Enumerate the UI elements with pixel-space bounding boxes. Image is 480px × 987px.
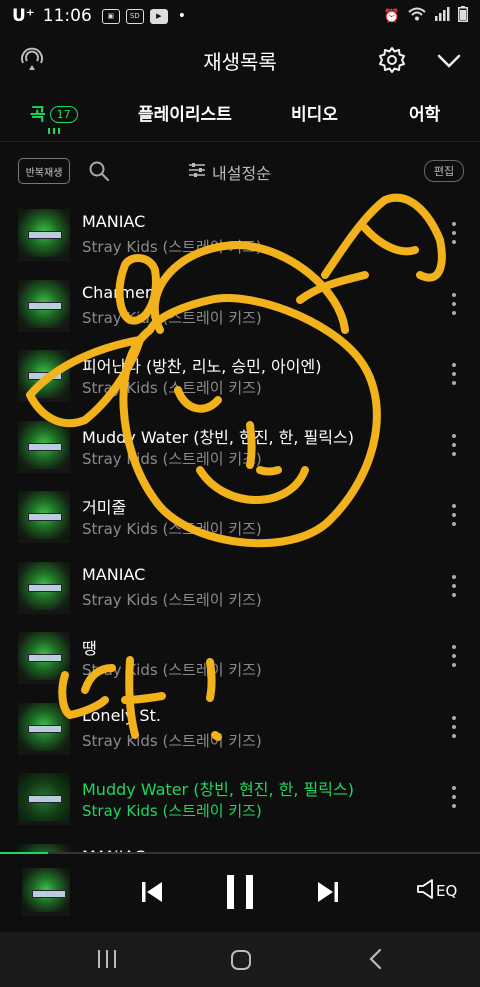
album-art [18,209,70,261]
search-icon[interactable] [88,160,110,182]
song-title: Muddy Water (창빈, 현진, 한, 필릭스) [82,780,354,799]
song-title: 거미줄 [82,498,127,517]
more-options-icon[interactable] [448,504,460,526]
song-list: MANIAC Stray Kids (스트레이 키즈) Charmer Stra… [0,200,480,863]
song-artist: Stray Kids (스트레이 키즈) [82,661,262,679]
album-art [18,702,70,755]
page-title: 재생목록 [203,50,277,74]
song-artist: Stray Kids (스트레이 키즈) [82,308,262,327]
sdcard-icon: SD [125,8,144,24]
gear-icon[interactable] [378,46,406,74]
album-art [18,350,70,402]
song-row[interactable]: 땡 Stray Kids (스트레이 키즈) [0,623,480,694]
previous-track-icon[interactable] [140,880,164,904]
eq-label: EQ [436,882,458,900]
sort-button[interactable]: 내설정순 [188,160,271,184]
wifi-icon [408,7,426,25]
top-header: 재생목록 [0,36,480,84]
more-options-icon[interactable] [448,786,460,808]
repeat-button[interactable]: 반복재생 [18,158,70,184]
gallery-icon: ▣ [101,8,120,24]
chevron-down-icon[interactable] [436,48,462,74]
song-artist: Stray Kids (스트레이 키즈) [82,590,262,609]
equalizer-button[interactable]: EQ [416,878,462,904]
song-title: Lonely St. [82,705,161,725]
recent-apps-icon[interactable] [96,950,118,968]
song-artist: Stray Kids (스트레이 키즈) [82,379,262,397]
song-row[interactable]: MANIAC Stray Kids (스트레이 키즈) [0,200,480,271]
tab-language[interactable]: 어학 [409,100,440,125]
song-row[interactable]: Lonely St. Stray Kids (스트레이 키즈) [0,694,480,765]
song-title: 피어난다 (방찬, 리노, 승민, 아이엔) [82,357,322,376]
home-icon[interactable] [230,949,252,971]
song-artist: Stray Kids (스트레이 키즈) [82,731,262,750]
song-count-badge: 17 [49,106,78,123]
notification-dot: • [177,8,187,24]
carrier-label: U⁺ [12,6,35,26]
album-art [18,420,70,473]
next-track-icon[interactable] [316,880,340,904]
now-playing-album-art[interactable] [22,868,70,916]
song-artist: Stray Kids (스트레이 키즈) [82,238,262,256]
song-row[interactable]: 거미줄 Stray Kids (스트레이 키즈) [0,482,480,553]
battery-icon [458,6,468,26]
back-icon[interactable] [366,948,386,970]
song-row[interactable]: 피어난다 (방찬, 리노, 승민, 아이엔) Stray Kids (스트레이 … [0,341,480,412]
pause-icon[interactable] [225,874,255,910]
status-bar: U⁺ 11:06 ▣ SD ▶ • ⏰ [0,0,480,32]
sort-label: 내설정순 [212,164,271,183]
song-artist: Stray Kids (스트레이 키즈) [82,449,262,468]
system-nav-bar [0,932,480,987]
tab-videos[interactable]: 비디오 [291,100,338,125]
tab-songs-label: 곡 [30,105,46,125]
mini-player: EQ [0,854,480,932]
more-options-icon[interactable] [448,715,460,738]
youtube-icon: ▶ [149,8,168,24]
tab-songs[interactable]: 곡 17 [30,100,78,125]
status-time: 11:06 [42,6,92,26]
alarm-icon: ⏰ [383,8,400,24]
more-options-icon[interactable] [448,222,460,244]
tab-bar: 곡 17 플레이리스트 비디오 어학 [0,92,480,142]
album-art [18,279,70,332]
song-row[interactable]: Muddy Water (창빈, 현진, 한, 필릭스) Stray Kids … [0,412,480,483]
more-options-icon[interactable] [448,363,460,385]
song-title: MANIAC [82,564,146,584]
more-options-icon[interactable] [448,433,460,456]
speaker-icon [416,878,434,904]
song-artist: Stray Kids (스트레이 키즈) [82,520,262,538]
list-toolbar: 반복재생 내설정순 편집 [0,152,480,192]
active-tab-indicator [48,128,62,134]
more-options-icon[interactable] [448,645,460,667]
album-art [18,561,70,614]
edit-button[interactable]: 편집 [424,160,464,182]
more-options-icon[interactable] [448,292,460,315]
song-title: MANIAC [82,212,146,231]
song-row[interactable]: Charmer Stray Kids (스트레이 키즈) [0,271,480,342]
song-artist: Stray Kids (스트레이 키즈) [82,802,262,820]
sort-sliders-icon [188,161,206,183]
song-title: Charmer [82,282,152,302]
signal-icon [434,7,450,25]
song-title: Muddy Water (창빈, 현진, 한, 필릭스) [82,427,354,447]
album-art [18,773,70,825]
song-title: 땡 [82,639,97,658]
album-art [18,632,70,684]
song-row-now-playing[interactable]: Muddy Water (창빈, 현진, 한, 필릭스) Stray Kids … [0,764,480,835]
song-row[interactable]: MANIAC Stray Kids (스트레이 키즈) [0,553,480,624]
more-options-icon[interactable] [448,574,460,597]
tab-playlists[interactable]: 플레이리스트 [138,100,232,125]
album-art [18,491,70,543]
